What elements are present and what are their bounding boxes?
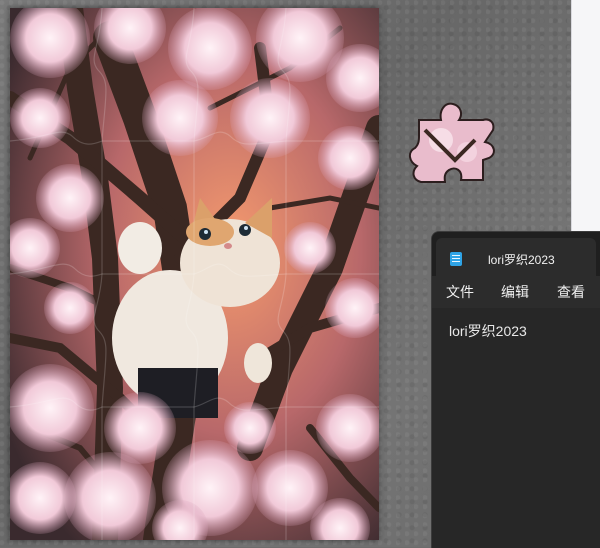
loose-puzzle-piece[interactable] xyxy=(405,100,497,188)
puzzle-image[interactable] xyxy=(10,8,379,540)
puzzle-piece-shape xyxy=(409,102,495,183)
notepad-text-area[interactable]: lori罗织2023 xyxy=(432,308,600,548)
puzzle-artwork xyxy=(10,8,379,540)
background-window-edge xyxy=(571,0,600,232)
notepad-tab-title: lori罗织2023 xyxy=(488,253,555,267)
notepad-titlebar[interactable]: lori罗织2023 xyxy=(432,232,600,276)
menu-edit[interactable]: 编辑 xyxy=(501,282,529,302)
menu-view[interactable]: 查看 xyxy=(557,282,585,302)
menu-file[interactable]: 文件 xyxy=(446,282,474,302)
notepad-menubar: 文件 编辑 查看 xyxy=(432,276,600,308)
notepad-content: lori罗织2023 xyxy=(449,323,527,339)
notepad-icon xyxy=(450,252,462,266)
notepad-window[interactable]: lori罗织2023 文件 编辑 查看 lori罗织2023 xyxy=(431,231,600,548)
notepad-tab[interactable]: lori罗织2023 xyxy=(436,238,596,276)
